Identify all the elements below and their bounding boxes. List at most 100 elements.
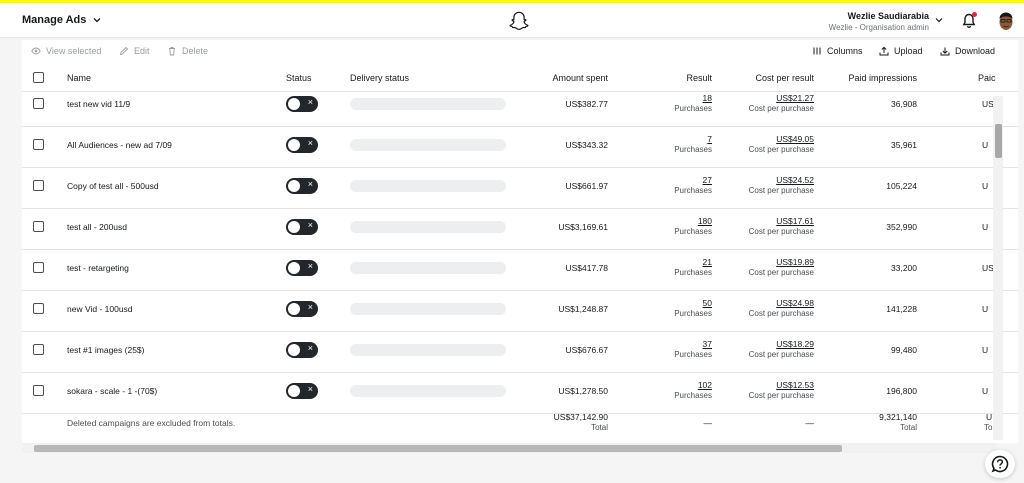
cost-per-result-link[interactable]: US$24.52: [722, 175, 814, 185]
amount-spent: US$3,169.61: [558, 222, 608, 232]
result-label: Purchases: [674, 350, 712, 359]
column-header-next[interactable]: Paic: [978, 73, 996, 83]
row-ad-name[interactable]: All Audiences - new ad 7/09: [67, 140, 172, 150]
user-role: Wezlie - Organisation admin: [828, 23, 929, 32]
column-header-delivery-status[interactable]: Delivery status: [350, 73, 409, 83]
row-ad-name[interactable]: test new vid 11/9: [67, 99, 130, 109]
row-ad-name[interactable]: test all - 200usd: [67, 222, 127, 232]
download-button[interactable]: Download: [940, 46, 995, 56]
user-menu[interactable]: Wezlie Saudiarabia Wezlie - Organisation…: [829, 10, 929, 34]
result-label: Purchases: [674, 391, 712, 400]
close-icon: ×: [307, 220, 313, 230]
vertical-scrollbar-thumb[interactable]: [995, 124, 1002, 158]
row-checkbox[interactable]: [33, 139, 44, 150]
vertical-scrollbar[interactable]: [993, 96, 1003, 440]
toggle-knob: [288, 344, 300, 356]
row-checkbox[interactable]: [33, 385, 44, 396]
column-header-paid-impressions[interactable]: Paid impressions: [822, 73, 917, 83]
status-toggle[interactable]: ×: [286, 219, 318, 235]
row-ad-name[interactable]: new Vid - 100usd: [67, 304, 133, 314]
row-ad-name[interactable]: test - retargeting: [67, 263, 129, 273]
total-next-value: U: [986, 412, 993, 422]
column-header-status[interactable]: Status: [286, 73, 312, 83]
cost-per-result-link[interactable]: US$12.53: [722, 380, 814, 390]
select-all-checkbox[interactable]: [33, 72, 44, 83]
cost-per-result-link[interactable]: US$21.27: [722, 93, 814, 103]
column-header-amount-spent[interactable]: Amount spent: [512, 73, 608, 83]
upload-icon: [879, 46, 889, 56]
result-label: Purchases: [674, 268, 712, 277]
cost-per-result-link[interactable]: US$24.98: [722, 298, 814, 308]
row-ad-name[interactable]: sokara - scale - 1 -(70$): [67, 386, 157, 396]
result-link[interactable]: 102: [632, 380, 712, 390]
status-toggle[interactable]: ×: [286, 301, 318, 317]
avatar-image: [996, 10, 1016, 32]
paid-impressions: 352,990: [886, 222, 917, 232]
amount-spent: US$1,248.87: [558, 304, 608, 314]
cost-per-result-label: Cost per purchase: [748, 391, 814, 400]
horizontal-scrollbar-thumb[interactable]: [34, 445, 842, 452]
status-toggle[interactable]: ×: [286, 137, 318, 153]
delete-button[interactable]: Delete: [167, 46, 208, 56]
columns-icon: [813, 47, 821, 55]
ads-table-panel: View selected Edit Delete Columns Upload…: [22, 40, 1018, 443]
table-row[interactable]: test - retargeting × US$417.78 21 Purchases U…: [22, 250, 1018, 291]
close-icon: ×: [307, 179, 313, 189]
table-toolbar: View selected Edit Delete Columns Upload…: [22, 40, 1018, 64]
column-header-name[interactable]: Name: [67, 73, 91, 83]
horizontal-scrollbar[interactable]: [22, 443, 996, 453]
table-row[interactable]: test all - 200usd × US$3,169.61 180 Purchase…: [22, 209, 1018, 250]
cost-per-result-link[interactable]: US$19.89: [722, 257, 814, 267]
result-link[interactable]: 37: [632, 339, 712, 349]
cost-per-result-label: Cost per purchase: [748, 350, 814, 359]
toggle-knob: [288, 303, 300, 315]
notifications-button[interactable]: [962, 12, 977, 29]
avatar[interactable]: [996, 10, 1016, 32]
row-checkbox[interactable]: [33, 98, 44, 109]
result-link[interactable]: 27: [632, 175, 712, 185]
row-checkbox[interactable]: [33, 180, 44, 191]
row-ad-name[interactable]: Copy of test all - 500usd: [67, 181, 159, 191]
table-row[interactable]: test new vid 11/9 × US$382.77 18 Purchases US…: [22, 86, 1018, 127]
result-link[interactable]: 50: [632, 298, 712, 308]
paid-impressions: 35,961: [891, 140, 917, 150]
result-link[interactable]: 180: [632, 216, 712, 226]
cost-per-result-link[interactable]: US$17.61: [722, 216, 814, 226]
table-row[interactable]: new Vid - 100usd × US$1,248.87 50 Purchases U…: [22, 291, 1018, 332]
chevron-down-icon[interactable]: [934, 15, 944, 25]
result-link[interactable]: 21: [632, 257, 712, 267]
table-row[interactable]: All Audiences - new ad 7/09 × US$343.32 7 Pu…: [22, 127, 1018, 168]
result-link[interactable]: 7: [632, 134, 712, 144]
result-label: Purchases: [674, 104, 712, 113]
cost-per-result-link[interactable]: US$18.29: [722, 339, 814, 349]
upload-button[interactable]: Upload: [879, 46, 923, 56]
view-selected-button[interactable]: View selected: [31, 46, 101, 56]
result-link[interactable]: 18: [632, 93, 712, 103]
status-toggle[interactable]: ×: [286, 342, 318, 358]
status-toggle[interactable]: ×: [286, 383, 318, 399]
column-header-cost-per-result[interactable]: Cost per result: [722, 73, 814, 83]
table-row[interactable]: Copy of test all - 500usd × US$661.97 27 Pur…: [22, 168, 1018, 209]
status-toggle[interactable]: ×: [286, 178, 318, 194]
row-checkbox[interactable]: [33, 221, 44, 232]
row-checkbox[interactable]: [33, 262, 44, 273]
status-toggle[interactable]: ×: [286, 96, 318, 112]
cost-per-result-label: Cost per purchase: [748, 186, 814, 195]
delivery-status-placeholder: [350, 180, 506, 192]
download-icon: [940, 47, 950, 56]
status-toggle[interactable]: ×: [286, 260, 318, 276]
table-row[interactable]: test #1 images (25$) × US$676.67 37 Purchase…: [22, 332, 1018, 373]
snapchat-ghost-logo[interactable]: [508, 10, 530, 32]
help-button[interactable]: [985, 450, 1015, 478]
row-ad-name[interactable]: test #1 images (25$): [67, 345, 144, 355]
columns-button[interactable]: Columns: [812, 46, 863, 56]
cost-per-result-link[interactable]: US$49.05: [722, 134, 814, 144]
column-header-result[interactable]: Result: [632, 73, 712, 83]
top-bar: Manage Ads Wezlie Saudiarabia Wezlie - O…: [0, 0, 1024, 38]
row-checkbox[interactable]: [33, 344, 44, 355]
edit-button[interactable]: Edit: [119, 46, 150, 56]
app-title-dropdown[interactable]: Manage Ads: [22, 14, 102, 26]
result-label: Purchases: [674, 145, 712, 154]
row-checkbox[interactable]: [33, 303, 44, 314]
delivery-status-placeholder: [350, 385, 506, 397]
